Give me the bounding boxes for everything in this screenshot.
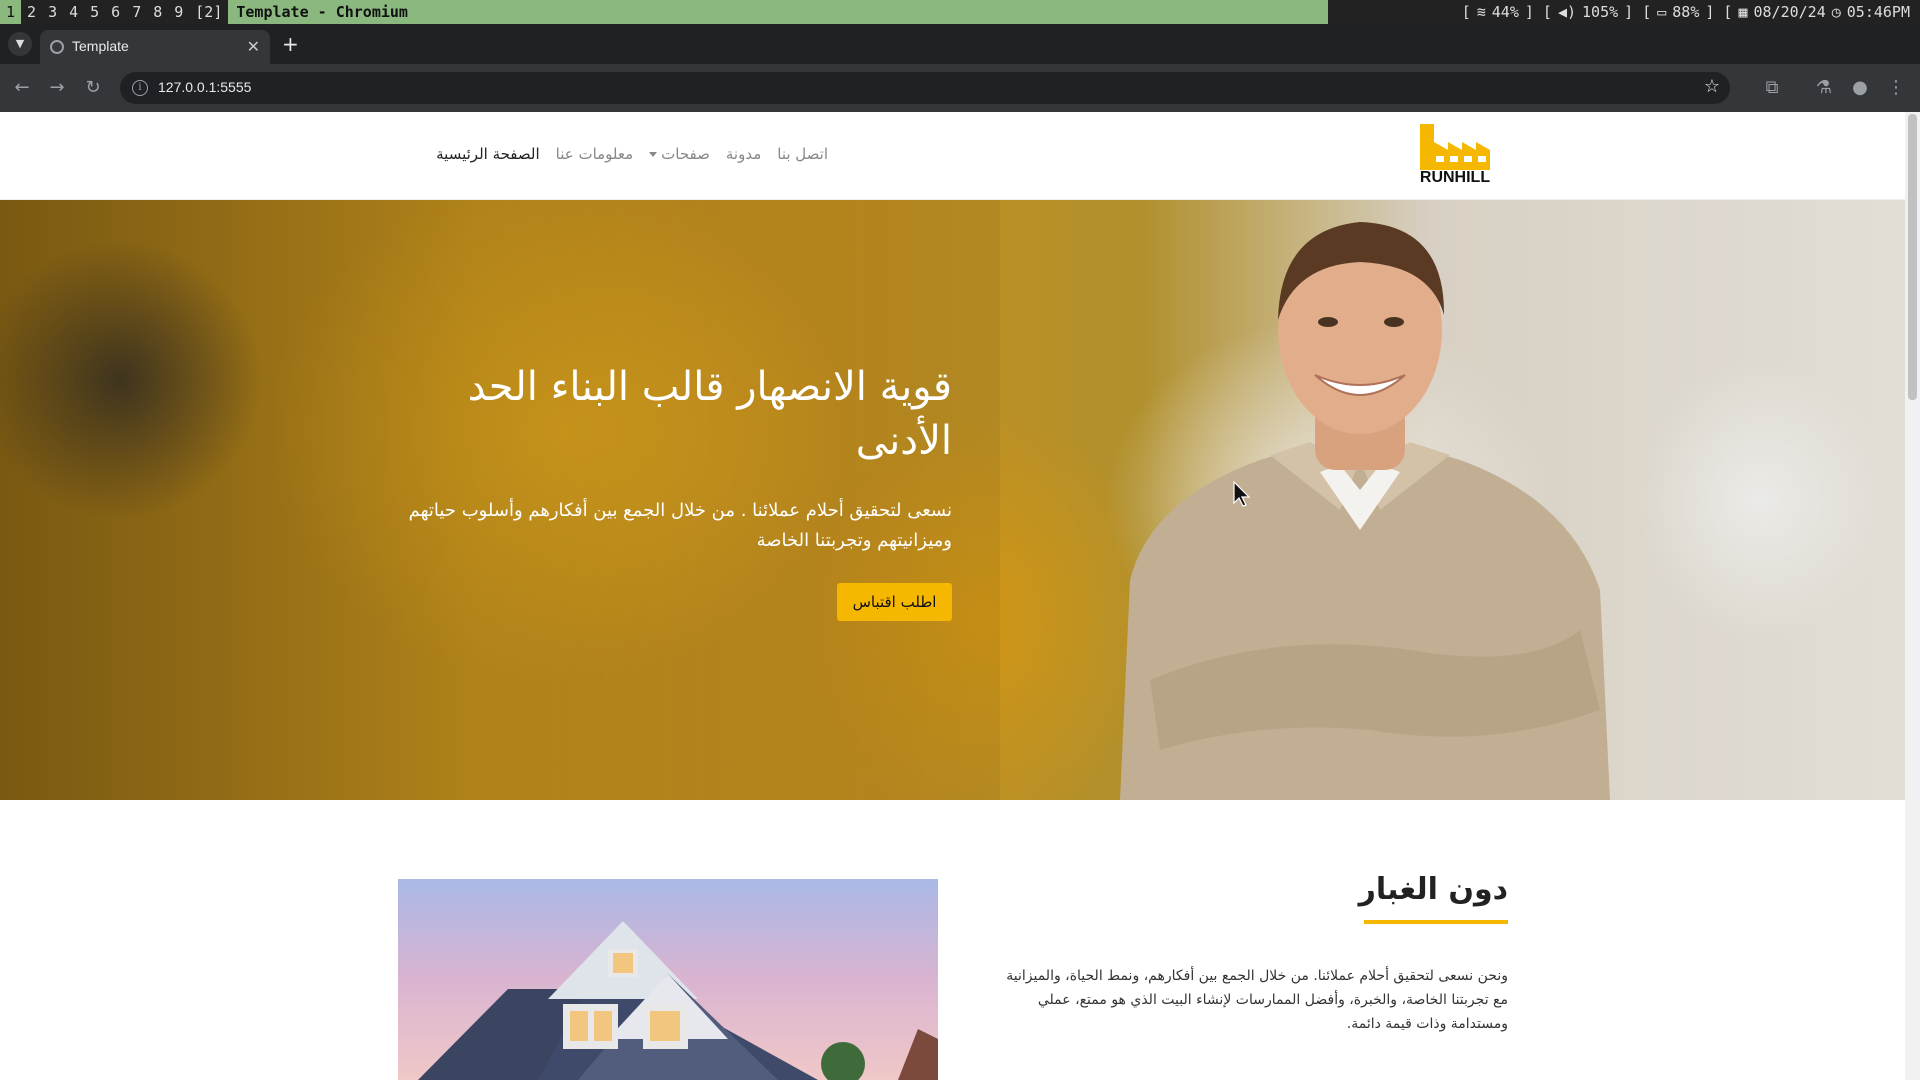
workspace-9[interactable]: 9: [168, 0, 189, 24]
battery-status: 88%: [1672, 3, 1700, 21]
workspace-7[interactable]: 7: [126, 0, 147, 24]
wifi-icon: ≋: [1476, 3, 1486, 21]
close-icon[interactable]: ✕: [247, 37, 260, 56]
time-status: 05:46PM: [1846, 3, 1910, 21]
date-status: 08/20/24: [1753, 3, 1826, 21]
logo-text: RUNHILL: [1419, 169, 1491, 186]
tab-search-button[interactable]: ▼: [8, 32, 32, 56]
page-scrollbar[interactable]: [1905, 112, 1920, 1080]
request-quote-button[interactable]: اطلب اقتباس: [837, 583, 952, 621]
status-area: [ ≋ 44% ] [ ◀) 105% ] [ ▭ 88% ] [ ▦ 08/2…: [1462, 0, 1910, 24]
hero-section: قوية الانصهار قالب البناء الحد الأدنى نس…: [0, 200, 1905, 800]
globe-icon: [50, 40, 64, 54]
workspace-5[interactable]: 5: [84, 0, 105, 24]
title-underline: [1364, 920, 1508, 924]
about-text: ونحن نسعى لتحقيق أحلام عملائنا. من خلال …: [1006, 968, 1508, 1032]
tab-strip: ▼ Template ✕ +: [0, 24, 1920, 64]
nav-pages[interactable]: صفحات: [649, 145, 710, 163]
profile-icon[interactable]: ●: [1848, 76, 1872, 100]
bookmark-star-icon[interactable]: ☆: [1704, 76, 1720, 97]
volume-status: 105%: [1582, 3, 1619, 21]
tab-title: Template: [72, 38, 129, 54]
labs-flask-icon[interactable]: ⚗: [1812, 76, 1836, 100]
browser-toolbar: ← → ↻ i 127.0.0.1:5555 ☆ ⧉ ⚗ ● ⋮: [0, 64, 1920, 112]
nav-home[interactable]: الصفحة الرئيسية: [436, 145, 540, 163]
new-tab-button[interactable]: +: [282, 34, 299, 54]
main-menu: الصفحة الرئيسية معلومات عنا صفحات مدونة …: [436, 145, 828, 163]
calendar-icon: ▦: [1738, 3, 1748, 21]
nav-pages-label: صفحات: [661, 145, 710, 163]
about-title: دون الغبار: [1358, 872, 1508, 907]
nav-about[interactable]: معلومات عنا: [556, 145, 634, 163]
site-navbar: RUNHILL الصفحة الرئيسية معلومات عنا صفحا…: [0, 112, 1905, 200]
workspace-scratch[interactable]: [2]: [189, 0, 228, 24]
back-icon[interactable]: ←: [10, 76, 34, 100]
forward-icon[interactable]: →: [45, 76, 69, 100]
workspace-8[interactable]: 8: [147, 0, 168, 24]
page-viewport: RUNHILL الصفحة الرئيسية معلومات عنا صفحا…: [0, 112, 1905, 1080]
extensions-icon[interactable]: ⧉: [1760, 76, 1784, 100]
window-title: Template - Chromium: [228, 0, 1329, 24]
about-house-image: [398, 879, 938, 1080]
scrollbar-thumb[interactable]: [1908, 114, 1917, 400]
volume-icon: ◀): [1557, 3, 1577, 21]
battery-icon: ▭: [1657, 3, 1667, 21]
mouse-pointer-icon: [1233, 481, 1251, 507]
address-bar[interactable]: i 127.0.0.1:5555 ☆: [120, 72, 1730, 104]
window-manager-bar: 1 2 3 4 5 6 7 8 9 [2] Template - Chromiu…: [0, 0, 1920, 24]
info-icon[interactable]: i: [132, 80, 148, 96]
browser-tab[interactable]: Template ✕: [40, 30, 270, 64]
workspace-4[interactable]: 4: [63, 0, 84, 24]
runhill-logo[interactable]: RUNHILL: [1418, 124, 1492, 188]
hero-text: نسعى لتحقيق أحلام عملائنا . من خلال الجم…: [408, 500, 952, 551]
wifi-status: 44%: [1491, 3, 1519, 21]
factory-logo-icon: [1420, 124, 1490, 170]
reload-icon[interactable]: ↻: [81, 76, 105, 100]
workspace-6[interactable]: 6: [105, 0, 126, 24]
workspace-3[interactable]: 3: [42, 0, 63, 24]
hero-title: قوية الانصهار قالب البناء الحد الأدنى: [467, 364, 952, 464]
nav-blog[interactable]: مدونة: [726, 145, 761, 163]
house-illustration: [398, 879, 938, 1080]
url-text[interactable]: 127.0.0.1:5555: [158, 79, 251, 95]
caret-down-icon: [649, 152, 658, 157]
hero-worker-image: [1120, 222, 1610, 800]
menu-kebab-icon[interactable]: ⋮: [1884, 76, 1908, 100]
nav-contact[interactable]: اتصل بنا: [777, 145, 828, 163]
workspace-2[interactable]: 2: [21, 0, 42, 24]
clock-icon: ◷: [1831, 3, 1841, 21]
workspace-1[interactable]: 1: [0, 0, 22, 24]
